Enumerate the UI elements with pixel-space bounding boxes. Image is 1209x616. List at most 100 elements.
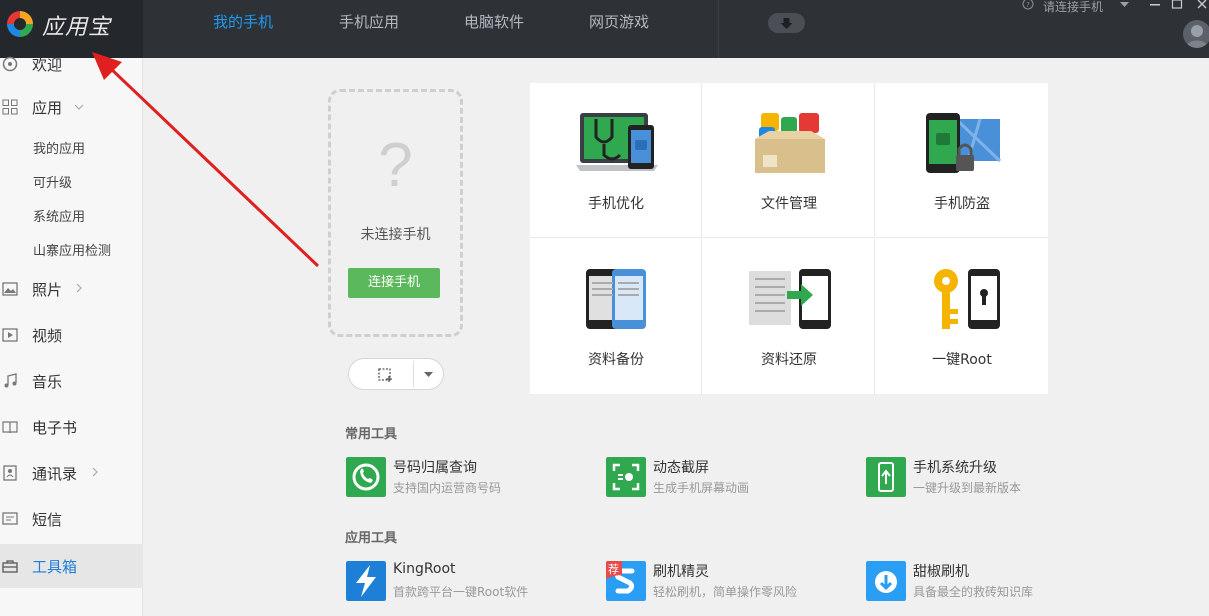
photo-icon	[2, 282, 18, 296]
chevron-right-icon	[76, 283, 82, 293]
app-logo-icon	[7, 11, 33, 37]
sidebar-item-photos[interactable]: 照片	[0, 267, 143, 311]
system-upgrade-icon	[866, 457, 906, 497]
connect-phone-button[interactable]: 连接手机	[348, 268, 440, 298]
minimize-icon[interactable]	[1148, 0, 1162, 10]
sidebar-sub-fake-app-check[interactable]: 山寨应用检测	[33, 240, 111, 259]
sidebar-item-toolbox[interactable]: 工具箱	[0, 544, 143, 588]
backup-icon	[586, 269, 646, 329]
welcome-icon	[2, 56, 18, 72]
tab-phone-apps[interactable]: 手机应用	[339, 11, 399, 32]
root-key-icon	[934, 269, 1000, 329]
toolbox-icon	[2, 560, 18, 573]
feature-label: 资料备份	[588, 352, 644, 368]
sidebar-item-sms[interactable]: 短信	[0, 497, 143, 541]
tab-pc-software[interactable]: 电脑软件	[464, 11, 524, 32]
tool-description: 一键升级到最新版本	[913, 481, 1022, 495]
user-avatar[interactable]	[1183, 20, 1209, 48]
sidebar-item-label: 应用	[32, 99, 63, 117]
feature-restore[interactable]: 资料还原	[703, 239, 875, 394]
sidebar-item-label: 通讯录	[32, 465, 78, 483]
tool-kingroot[interactable]: KingRoot 首款跨平台一键Root软件	[346, 561, 596, 603]
tool-description: 具备最全的救砖知识库	[913, 585, 1034, 599]
tool-description: 支持国内运营商号码	[393, 481, 502, 495]
file-manage-icon	[755, 113, 825, 173]
sidebar-item-label: 欢迎	[32, 56, 63, 74]
sidebar-item-label: 电子书	[32, 419, 78, 437]
download-arrow-icon	[780, 18, 793, 29]
app-logo-text: 应用宝	[42, 15, 112, 40]
sidebar-sub-system-apps[interactable]: 系统应用	[33, 206, 85, 225]
top-bar: 应用宝 我的手机 手机应用 电脑软件 网页游戏 ? 请连接手机	[0, 0, 1209, 58]
connect-phone-status[interactable]: 请连接手机	[1043, 0, 1103, 15]
tianjiao-icon	[866, 561, 906, 601]
tool-name: KingRoot	[393, 561, 456, 577]
tool-flash-wizard[interactable]: 荐 刷机精灵 轻松刷机，简单操作零风险	[606, 561, 856, 603]
section-common-tools: 常用工具	[345, 427, 398, 442]
app-window: 应用宝 我的手机 手机应用 电脑软件 网页游戏 ? 请连接手机 欢迎 应用 我的…	[0, 0, 1209, 616]
restore-icon	[749, 269, 831, 329]
feature-label: 手机防盗	[934, 196, 990, 212]
tool-number-lookup[interactable]: 号码归属查询 支持国内运营商号码	[346, 457, 596, 499]
sidebar-item-ebook[interactable]: 电子书	[0, 405, 143, 449]
sms-icon	[2, 512, 18, 525]
avatar-image-icon	[1186, 25, 1208, 48]
music-icon	[4, 373, 17, 388]
tool-system-upgrade[interactable]: 手机系统升级 一键升级到最新版本	[866, 457, 1116, 499]
tool-description: 生成手机屏幕动画	[653, 481, 750, 495]
sidebar-item-label: 工具箱	[32, 558, 78, 576]
feature-anti-theft[interactable]: 手机防盗	[876, 83, 1048, 238]
section-app-tools: 应用工具	[345, 531, 398, 546]
sidebar-item-label: 照片	[32, 281, 63, 299]
phone-connection-card: ? 未连接手机 连接手机	[328, 89, 463, 337]
tool-name: 刷机精灵	[653, 564, 709, 580]
feature-one-click-root[interactable]: 一键Root	[876, 239, 1048, 394]
sidebar-item-label: 音乐	[32, 373, 63, 391]
maximize-icon[interactable]	[1170, 0, 1184, 10]
phone-status-text: 未连接手机	[360, 227, 431, 243]
tool-description: 轻松刷机，简单操作零风险	[653, 585, 798, 599]
sidebar-item-music[interactable]: 音乐	[0, 359, 143, 403]
feature-file-manage[interactable]: 文件管理	[703, 83, 875, 238]
sidebar-item-apps[interactable]: 应用	[0, 85, 143, 129]
tab-my-phone[interactable]: 我的手机	[213, 11, 273, 32]
feature-label: 手机优化	[588, 196, 644, 212]
sidebar-sub-upgradable[interactable]: 可升级	[33, 172, 72, 191]
download-button[interactable]	[768, 13, 805, 33]
tool-name: 号码归属查询	[393, 460, 477, 476]
tool-description: 首款跨平台一键Root软件	[393, 585, 529, 599]
tool-tianjiao-flash[interactable]: 甜椒刷机 具备最全的救砖知识库	[866, 561, 1116, 603]
dropdown-caret-icon[interactable]	[424, 372, 433, 378]
tool-name: 动态截屏	[653, 460, 709, 476]
screenshot-button[interactable]	[348, 358, 444, 390]
top-separator	[718, 0, 719, 58]
button-divider	[413, 361, 414, 387]
phone-optimize-icon	[576, 113, 658, 171]
close-icon[interactable]	[1196, 0, 1209, 10]
screenshot-icon	[378, 368, 392, 382]
feature-label: 文件管理	[761, 196, 817, 212]
feature-backup[interactable]: 资料备份	[530, 239, 702, 394]
tool-name: 手机系统升级	[913, 460, 997, 476]
apps-grid-icon	[2, 99, 18, 115]
sidebar-item-label: 视频	[32, 327, 63, 345]
ebook-icon	[2, 421, 18, 434]
feature-phone-optimize[interactable]: 手机优化	[530, 83, 702, 238]
kingroot-icon	[346, 561, 386, 601]
tool-dynamic-screenshot[interactable]: 动态截屏 生成手机屏幕动画	[606, 457, 856, 499]
sidebar-item-welcome[interactable]: 欢迎	[0, 42, 143, 86]
sidebar-sub-my-apps[interactable]: 我的应用	[33, 138, 85, 157]
sidebar-item-video[interactable]: 视频	[0, 313, 143, 357]
sidebar-item-contacts[interactable]: 通讯录	[0, 451, 143, 495]
feature-grid: 手机优化 文件管理 手机防盗 资料备份 资料还原 一键Root	[530, 83, 1048, 394]
svg-text:?: ?	[1026, 1, 1030, 9]
feature-label: 资料还原	[761, 352, 817, 368]
recommend-badge: 荐	[608, 563, 619, 576]
tab-web-games[interactable]: 网页游戏	[589, 11, 649, 32]
chevron-right-icon	[92, 467, 98, 477]
unknown-phone-icon: ?	[378, 131, 413, 200]
tool-name: 甜椒刷机	[913, 564, 969, 580]
phone-lookup-icon	[346, 457, 386, 497]
help-icon[interactable]: ?	[1022, 0, 1034, 12]
menu-caret-icon[interactable]	[1120, 2, 1129, 8]
